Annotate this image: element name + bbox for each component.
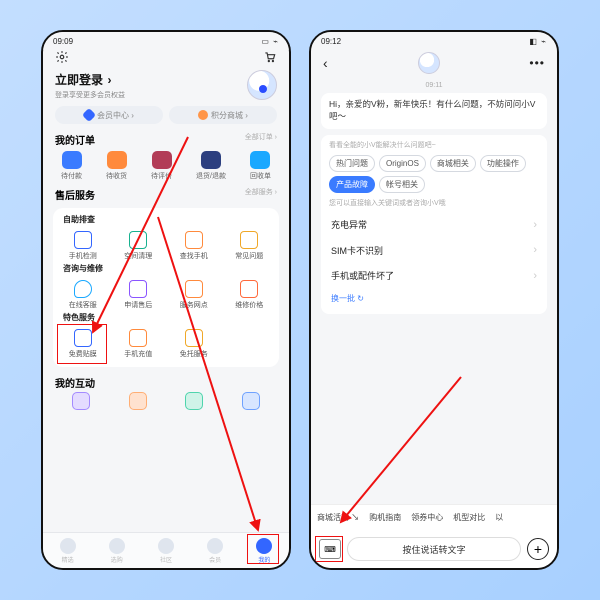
chip-function[interactable]: 功能操作 <box>480 155 526 172</box>
order-refund[interactable]: 退货/退款 <box>196 151 226 181</box>
orders-more[interactable]: 全部订单 › <box>245 132 277 147</box>
chat-timestamp: 09:11 <box>321 82 547 89</box>
interact-2[interactable] <box>129 392 147 410</box>
sugg-activity[interactable]: 商城活动 ↘ <box>317 512 359 523</box>
item-space-clean[interactable]: 空间清理 <box>111 229 167 263</box>
nav-community[interactable]: 社区 <box>158 538 174 564</box>
quick-pills: 会员中心 › 积分商城 › <box>43 104 289 130</box>
group-self-check: 自助排查 <box>55 214 277 229</box>
orders-row: 待付款 待收货 待评价 退货/退款 回收单 <box>43 149 289 185</box>
orders-title: 我的订单 <box>55 132 95 147</box>
item-service-point[interactable]: 服务网点 <box>166 278 222 312</box>
chevron-right-icon: › <box>107 73 111 87</box>
order-recycle[interactable]: 回收单 <box>250 151 271 181</box>
refresh-button[interactable]: 换一批 ↻ <box>329 289 539 308</box>
interact-1[interactable] <box>72 392 90 410</box>
status-icons-right: ▭ ⌁ <box>261 37 279 46</box>
status-time: 09:12 <box>321 37 341 46</box>
sugg-guide[interactable]: 购机指南 <box>369 512 401 523</box>
status-bar: 09:12 ◧ ⌁ <box>311 32 557 50</box>
chip-row: 热门问题 OriginOS 商城相关 功能操作 产品故障 帐号相关 <box>329 155 539 193</box>
interact-row <box>43 392 289 414</box>
item-apply-after[interactable]: 申请售后 <box>111 278 167 312</box>
input-bar: ⌨ 按住说话转文字 + <box>311 530 557 568</box>
help-bubble: 看看全能的小V能解决什么问题吧~ 热门问题 OriginOS 商城相关 功能操作… <box>321 135 547 314</box>
faq-hint: 您可以直接输入关键词或者咨询小V哦 <box>329 199 539 209</box>
item-free-host[interactable]: 免托服务 <box>166 327 222 361</box>
chip-hot[interactable]: 热门问题 <box>329 155 375 172</box>
chip-account[interactable]: 帐号相关 <box>379 176 425 193</box>
nav-shop[interactable]: 选购 <box>109 538 125 564</box>
chat-header: ‹ ••• <box>311 50 557 76</box>
pill-member-center[interactable]: 会员中心 › <box>55 106 163 124</box>
pill-points-mall[interactable]: 积分商城 › <box>169 106 277 124</box>
faq-charge[interactable]: 充电异常 <box>329 213 539 238</box>
chip-fault[interactable]: 产品故障 <box>329 176 375 193</box>
sugg-more[interactable]: 以 <box>495 512 503 523</box>
nav-mine[interactable]: 我的 <box>256 538 272 564</box>
bot-avatar <box>418 52 440 74</box>
chat-body: 09:11 Hi，亲爱的V粉，新年快乐！有什么问题，不妨问问小V吧～ 看看全能的… <box>311 76 557 504</box>
order-pending-review[interactable]: 待评价 <box>151 151 172 181</box>
back-icon[interactable]: ‹ <box>323 55 328 71</box>
group-special: 特色服务 <box>55 312 277 327</box>
item-phone-check[interactable]: 手机检测 <box>55 229 111 263</box>
suggestion-bar[interactable]: 商城活动 ↘ 购机指南 领券中心 机型对比 以 <box>311 504 557 530</box>
item-repair-price[interactable]: 维修价格 <box>222 278 278 312</box>
phone-right: 09:12 ◧ ⌁ ‹ ••• 09:11 Hi，亲爱的V粉，新年快乐！有什么问… <box>309 30 559 570</box>
cart-icon[interactable] <box>263 50 277 69</box>
interact-title: 我的互动 <box>43 371 289 392</box>
help-hint: 看看全能的小V能解决什么问题吧~ <box>329 141 539 151</box>
more-icon[interactable]: ••• <box>529 56 545 70</box>
status-icons-right: ◧ ⌁ <box>529 37 547 46</box>
greeting-bubble: Hi，亲爱的V粉，新年快乐！有什么问题，不妨问问小V吧～ <box>321 93 547 129</box>
after-more[interactable]: 全部服务 › <box>245 187 277 202</box>
nav-member[interactable]: 会员 <box>207 538 223 564</box>
top-bar <box>43 50 289 68</box>
faq-broken[interactable]: 手机或配件坏了 <box>329 264 539 289</box>
sugg-coupon[interactable]: 领券中心 <box>411 512 443 523</box>
item-online-cs[interactable]: 在线客服 <box>55 278 111 312</box>
order-pending-pay[interactable]: 待付款 <box>61 151 82 181</box>
chip-mall[interactable]: 商城相关 <box>430 155 476 172</box>
status-time: 09:09 <box>53 37 73 46</box>
item-free-film[interactable]: 免费贴膜 <box>55 327 111 361</box>
plus-icon[interactable]: + <box>527 538 549 560</box>
gear-icon[interactable] <box>55 50 69 69</box>
interact-4[interactable] <box>242 392 260 410</box>
item-recharge[interactable]: 手机充值 <box>111 327 167 361</box>
login-subtitle: 登录享受更多会员权益 <box>55 90 125 100</box>
order-pending-receive[interactable]: 待收货 <box>106 151 127 181</box>
status-bar: 09:09 ▭ ⌁ <box>43 32 289 50</box>
after-title: 售后服务 <box>55 187 95 202</box>
faq-sim[interactable]: SIM卡不识别 <box>329 238 539 263</box>
sugg-compare[interactable]: 机型对比 <box>453 512 485 523</box>
item-faq[interactable]: 常见问题 <box>222 229 278 263</box>
item-find-phone[interactable]: 查找手机 <box>166 229 222 263</box>
after-card: 自助排查 手机检测 空间清理 查找手机 常见问题 咨询与维修 在线客服 申请售后… <box>53 208 279 367</box>
hold-to-talk[interactable]: 按住说话转文字 <box>347 537 521 561</box>
orders-header: 我的订单 全部订单 › <box>43 130 289 149</box>
bottom-nav: 精选 选购 社区 会员 我的 <box>43 532 289 568</box>
item-empty <box>222 327 278 361</box>
avatar[interactable] <box>247 70 277 100</box>
chip-originos[interactable]: OriginOS <box>379 155 426 172</box>
login-title: 立即登录 <box>55 73 103 87</box>
group-consult-repair: 咨询与维修 <box>55 263 277 278</box>
interact-3[interactable] <box>185 392 203 410</box>
keyboard-icon[interactable]: ⌨ <box>319 539 341 559</box>
phone-left: 09:09 ▭ ⌁ 立即登录 › 登录享受更多会员权益 会员中心 › 积分商城 … <box>41 30 291 570</box>
after-header: 售后服务 全部服务 › <box>43 185 289 204</box>
nav-featured[interactable]: 精选 <box>60 538 76 564</box>
login-row[interactable]: 立即登录 › 登录享受更多会员权益 <box>43 68 289 104</box>
